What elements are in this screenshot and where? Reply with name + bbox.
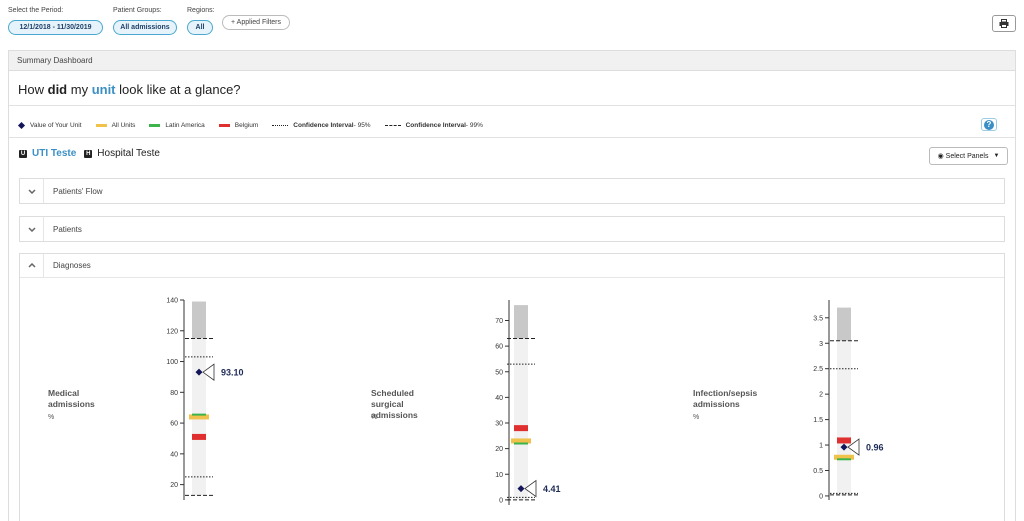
latin-america-marker xyxy=(837,458,851,461)
y-tick-label: 0 xyxy=(819,493,823,500)
latin-america-marker xyxy=(514,442,528,445)
y-tick-label: 20 xyxy=(170,482,178,489)
y-tick-label: 40 xyxy=(495,395,503,402)
y-tick-label: 100 xyxy=(166,359,178,366)
y-tick-label: 80 xyxy=(170,390,178,397)
diagnoses-charts-svg: 2040608010012014093.100102030405060704.4… xyxy=(166,298,884,505)
y-tick-label: 60 xyxy=(170,421,178,428)
y-tick-label: 30 xyxy=(495,421,503,428)
unit-value-label: 4.41 xyxy=(543,484,561,494)
y-tick-label: 40 xyxy=(170,451,178,458)
y-tick-label: 0 xyxy=(499,497,503,504)
y-tick-label: 0.5 xyxy=(813,468,823,475)
y-tick-label: 140 xyxy=(166,298,178,305)
y-tick-label: 60 xyxy=(495,344,503,351)
belgium-marker xyxy=(837,437,851,444)
y-tick-label: 3.5 xyxy=(813,315,823,322)
y-tick-label: 70 xyxy=(495,318,503,325)
upper-range-block xyxy=(837,307,851,341)
y-tick-label: 50 xyxy=(495,369,503,376)
y-tick-label: 120 xyxy=(166,328,178,335)
unit-value-label: 93.10 xyxy=(221,368,244,378)
y-tick-label: 10 xyxy=(495,472,503,479)
y-tick-label: 3 xyxy=(819,341,823,348)
y-tick-label: 2.5 xyxy=(813,366,823,373)
y-tick-label: 1 xyxy=(819,443,823,450)
y-tick-label: 20 xyxy=(495,446,503,453)
upper-range-block xyxy=(514,305,528,339)
unit-value-label: 0.96 xyxy=(866,443,884,453)
upper-range-block xyxy=(192,301,206,339)
y-tick-label: 2 xyxy=(819,392,823,399)
belgium-marker xyxy=(514,425,528,432)
latin-america-marker xyxy=(192,413,206,416)
y-tick-label: 1.5 xyxy=(813,417,823,424)
belgium-marker xyxy=(192,433,206,440)
